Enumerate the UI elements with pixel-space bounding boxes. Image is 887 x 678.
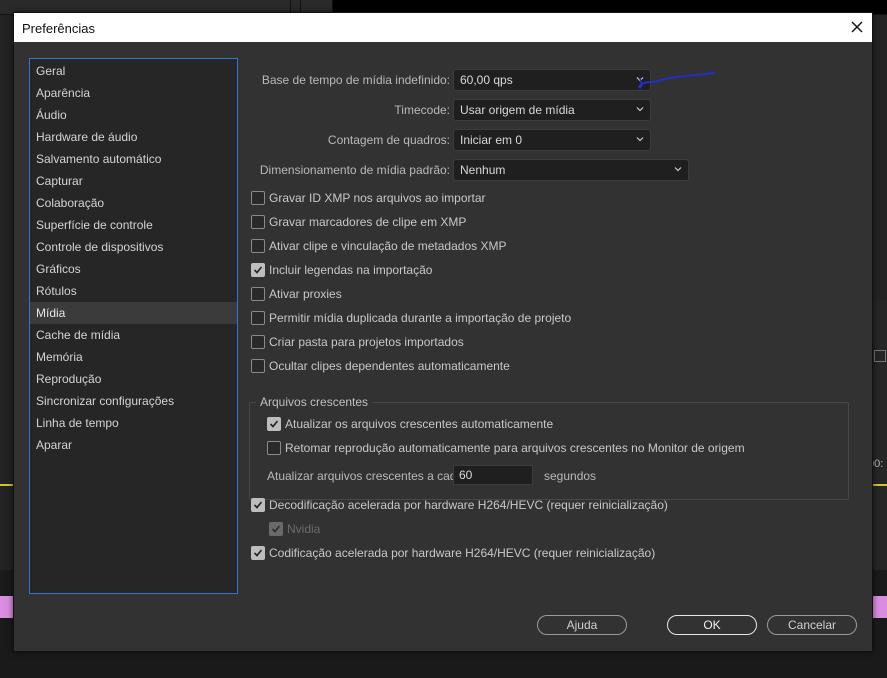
sidebar-item[interactable]: Aparência [30,82,237,104]
checkbox-box[interactable] [251,335,265,349]
sidebar-item[interactable]: Capturar [30,170,237,192]
checkbox-label: Gravar marcadores de clipe em XMP [269,215,467,229]
timecode-row: Timecode: [250,99,450,121]
timecode-select[interactable]: Usar origem de mídia [453,99,651,121]
scaling-label: Dimensionamento de mídia padrão: [259,163,450,177]
timebase-row: Base de tempo de mídia indefinido: [250,69,450,91]
checkbox-label: Gravar ID XMP nos arquivos ao importar [269,191,486,205]
checkmark-icon [253,549,263,557]
checkbox-box[interactable] [251,311,265,325]
frame-count-label: Contagem de quadros: [327,133,450,147]
background-playhead-line [871,484,887,486]
sidebar-item[interactable]: Cache de mídia [30,324,237,346]
sidebar-item[interactable]: Linha de tempo [30,412,237,434]
sidebar-item[interactable]: Memória [30,346,237,368]
ok-button[interactable]: OK [667,615,757,635]
checkbox-box[interactable] [251,359,265,373]
preferences-dialog: Preferências Geral Aparência Áudio Hardware… [13,12,873,652]
refresh-interval-value: 60 [459,468,473,482]
sidebar-item[interactable]: Hardware de áudio [30,126,237,148]
checkbox-box[interactable] [251,239,265,253]
chevron-down-icon [636,107,644,112]
checkbox-label: Ativar proxies [269,287,342,301]
checkbox-label: Codificação acelerada por hardware H264/… [269,546,656,560]
checkbox-label: Atualizar os arquivos crescentes automat… [285,417,554,431]
background-playhead-line [0,484,13,486]
chevron-down-icon [674,167,682,172]
frame-count-select[interactable]: Iniciar em 0 [453,129,651,151]
dialog-title: Preferências [22,21,95,36]
close-button[interactable] [846,16,868,38]
checkbox-label: Decodificação acelerada por hardware H26… [269,498,668,512]
category-list: Geral Aparência Áudio Hardware de áudio Salv… [30,59,237,456]
background-clip [0,596,13,618]
sidebar-item[interactable]: Reprodução [30,368,237,390]
sidebar-item[interactable]: Áudio [30,104,237,126]
sidebar-item[interactable]: Gráficos [30,258,237,280]
timebase-select[interactable]: 60,00 qps [453,69,651,91]
sidebar-item[interactable]: Geral [30,60,237,82]
sidebar-item[interactable]: Superfície de controle [30,214,237,236]
checkbox-box[interactable] [251,498,265,512]
cancel-button[interactable]: Cancelar [767,615,857,635]
checkbox-box[interactable] [251,546,265,560]
scaling-value: Nenhum [460,163,506,177]
close-icon [851,21,863,33]
frame-count-row: Contagem de quadros: [250,129,450,151]
checkbox-label: Retomar reprodução automaticamente para … [285,441,745,455]
growing-files-title: Arquivos crescentes [256,395,373,409]
timebase-value: 60,00 qps [460,73,513,87]
checkbox-label: Nvidia [287,522,321,536]
checkbox-box[interactable] [251,191,265,205]
sidebar-item[interactable]: Colaboração [30,192,237,214]
frame-count-value: Iniciar em 0 [460,133,523,147]
sidebar-item[interactable]: Salvamento automático [30,148,237,170]
checkbox-box[interactable] [269,522,283,536]
sidebar-item[interactable]: Sincronizar configurações [30,390,237,412]
checkbox-label: Criar pasta para projetos importados [269,335,464,349]
preferences-category-list[interactable]: Geral Aparência Áudio Hardware de áudio Salv… [29,58,238,594]
refresh-interval-input[interactable]: 60 [453,465,533,485]
refresh-interval-unit: segundos [544,469,597,483]
checkbox-box[interactable] [251,215,265,229]
checkbox-label: Ativar clipe e vinculação de metadados X… [269,239,507,253]
scaling-row: Dimensionamento de mídia padrão: [250,159,450,181]
chevron-down-icon [636,137,644,142]
help-button[interactable]: Ajuda [537,615,627,635]
checkbox-label: Ocultar clipes dependentes automaticamen… [269,359,510,373]
background-square-icon [874,350,886,362]
annotation-scribble [638,72,715,89]
checkbox-label: Permitir mídia duplicada durante a impor… [269,311,572,325]
timecode-label: Timecode: [394,103,450,117]
checkmark-icon [253,266,263,274]
sidebar-item[interactable]: Controle de dispositivos [30,236,237,258]
checkmark-icon [269,420,279,428]
sidebar-item[interactable]: Rótulos [30,280,237,302]
background-clip [871,596,887,618]
scaling-select[interactable]: Nenhum [453,159,689,181]
checkbox-box[interactable] [267,417,281,431]
checkbox-box[interactable] [251,263,265,277]
sidebar-item[interactable]: Aparar [30,434,237,456]
timebase-label: Base de tempo de mídia indefinido: [261,73,450,87]
growing-files-group: Arquivos crescentes Atualizar os arquivo… [249,395,849,500]
refresh-interval-label: Atualizar arquivos crescentes a cada [267,469,464,483]
sidebar-item[interactable]: Mídia [30,302,237,324]
checkmark-icon [271,525,281,533]
checkbox-label: Incluir legendas na importação [269,263,433,277]
timecode-value: Usar origem de mídia [460,103,575,117]
checkmark-icon [253,501,263,509]
dialog-titlebar: Preferências [14,13,872,42]
checkbox-box[interactable] [267,441,281,455]
checkbox-box[interactable] [251,287,265,301]
